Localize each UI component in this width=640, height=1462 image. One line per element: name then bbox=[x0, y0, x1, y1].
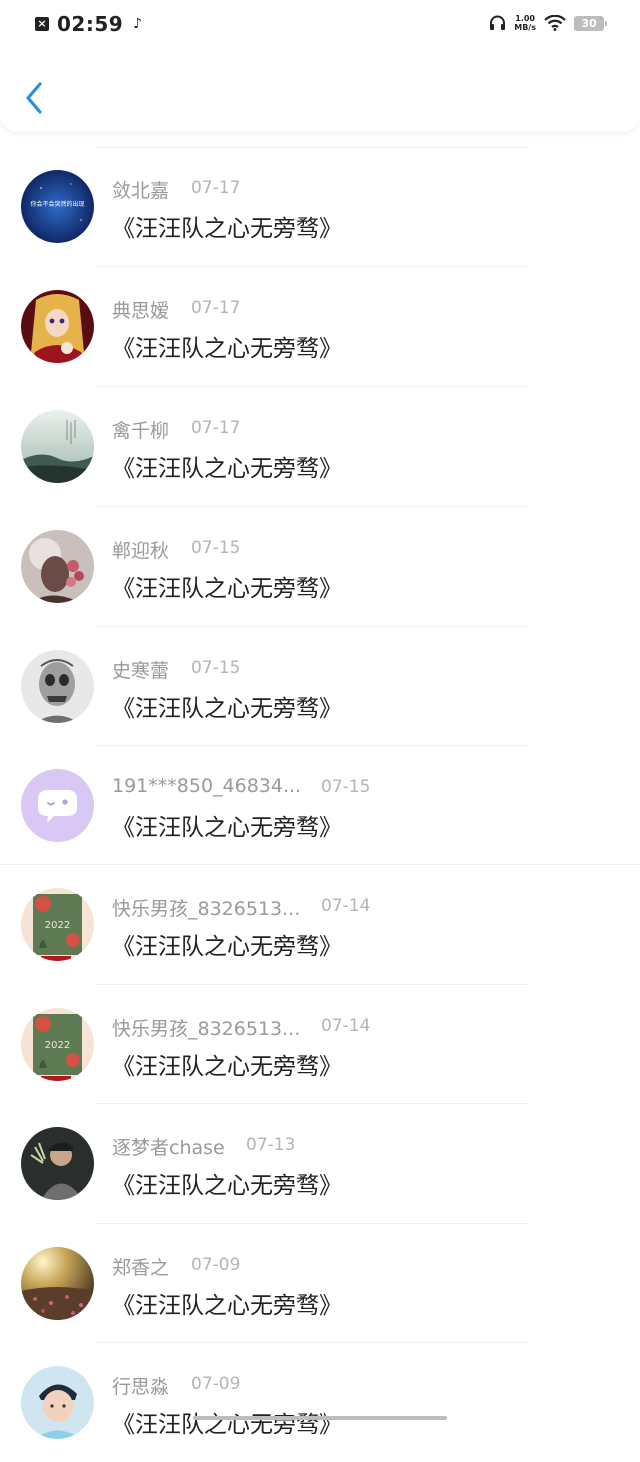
item-title: 《汪汪队之心无旁骛》 bbox=[112, 696, 342, 722]
avatar bbox=[21, 290, 94, 363]
avatar bbox=[21, 410, 94, 483]
post-date: 07-13 bbox=[246, 1135, 296, 1155]
avatar: 2022 bbox=[21, 888, 94, 961]
item-title: 《汪汪队之心无旁骛》 bbox=[112, 1173, 342, 1199]
network-speed: 1.00 MB/s bbox=[514, 14, 536, 32]
status-bar: × 02:59 ♪ 1.00 MB/s 30 bbox=[0, 0, 640, 48]
list-item[interactable]: 你会不会突然的出现 敛北嘉 07-17 《汪汪队之心无旁骛》 bbox=[0, 147, 640, 266]
user-name: 典思嫒 bbox=[112, 300, 170, 322]
avatar bbox=[21, 1247, 94, 1320]
user-name: 快乐男孩_8326513... bbox=[112, 1018, 301, 1040]
list-item[interactable]: 191***850_46834... 07-15 《汪汪队之心无旁骛》 bbox=[0, 746, 640, 865]
status-time: 02:59 bbox=[57, 12, 124, 36]
list-item[interactable]: 行思淼 07-09 《汪汪队之心无旁骛》 bbox=[0, 1343, 640, 1462]
item-title: 《汪汪队之心无旁骛》 bbox=[112, 934, 342, 960]
user-name: 行思淼 bbox=[112, 1376, 170, 1398]
post-date: 07-14 bbox=[321, 1016, 371, 1036]
speed-unit: MB/s bbox=[514, 23, 536, 32]
item-title: 《汪汪队之心无旁骛》 bbox=[112, 1054, 342, 1080]
avatar bbox=[21, 650, 94, 723]
avatar: 你会不会突然的出现 bbox=[21, 170, 94, 243]
post-date: 07-17 bbox=[191, 298, 241, 318]
item-title: 《汪汪队之心无旁骛》 bbox=[112, 456, 342, 482]
user-name: 191***850_46834... bbox=[112, 775, 302, 797]
back-button[interactable] bbox=[20, 80, 50, 116]
post-date: 07-17 bbox=[191, 178, 241, 198]
user-name: 逐梦者chase bbox=[112, 1137, 225, 1159]
speed-value: 1.00 bbox=[515, 14, 535, 23]
list-item[interactable]: 2022 快乐男孩_8326513... 07-14 《汪汪队之心无旁骛》 bbox=[0, 985, 640, 1104]
avatar bbox=[21, 530, 94, 603]
list-item[interactable]: 2022 快乐男孩_8326513... 07-14 《汪汪队之心无旁骛》 bbox=[0, 865, 640, 984]
notification-x-icon: × bbox=[35, 17, 49, 31]
post-date: 07-14 bbox=[321, 896, 371, 916]
battery-icon: 30 bbox=[574, 15, 607, 31]
list-item[interactable]: 郑香之 07-09 《汪汪队之心无旁骛》 bbox=[0, 1224, 640, 1343]
list-item[interactable]: 史寒蕾 07-15 《汪汪队之心无旁骛》 bbox=[0, 627, 640, 746]
item-title: 《汪汪队之心无旁骛》 bbox=[112, 576, 342, 602]
user-name: 郸迎秋 bbox=[112, 540, 170, 562]
post-date: 07-15 bbox=[321, 777, 371, 797]
post-date: 07-15 bbox=[191, 658, 241, 678]
avatar bbox=[21, 1366, 94, 1439]
avatar-text: 2022 bbox=[45, 1040, 70, 1051]
avatar-text: 2022 bbox=[45, 920, 70, 931]
wifi-icon bbox=[544, 15, 566, 31]
avatar-text: 你会不会突然的出现 bbox=[30, 200, 84, 208]
home-indicator[interactable] bbox=[193, 1416, 447, 1420]
list-item[interactable]: 郸迎秋 07-15 《汪汪队之心无旁骛》 bbox=[0, 507, 640, 626]
user-name: 禽千柳 bbox=[112, 420, 170, 442]
avatar bbox=[21, 1127, 94, 1200]
post-date: 07-09 bbox=[191, 1255, 241, 1275]
avatar: 2022 bbox=[21, 1008, 94, 1081]
item-title: 《汪汪队之心无旁骛》 bbox=[112, 216, 342, 242]
user-name: 敛北嘉 bbox=[112, 180, 170, 202]
item-title: 《汪汪队之心无旁骛》 bbox=[112, 336, 342, 362]
user-name: 快乐男孩_8326513... bbox=[112, 898, 301, 920]
user-name: 郑香之 bbox=[112, 1257, 170, 1279]
chat-bubble-icon bbox=[21, 769, 94, 842]
headphones-icon bbox=[490, 15, 506, 30]
item-title: 《汪汪队之心无旁骛》 bbox=[112, 1293, 342, 1319]
list-item[interactable]: 逐梦者chase 07-13 《汪汪队之心无旁骛》 bbox=[0, 1104, 640, 1223]
item-title: 《汪汪队之心无旁骛》 bbox=[112, 815, 342, 841]
post-date: 07-17 bbox=[191, 418, 241, 438]
post-date: 07-09 bbox=[191, 1374, 241, 1394]
item-title: 《汪汪队之心无旁骛》 bbox=[112, 1412, 342, 1438]
chevron-left-icon bbox=[26, 82, 42, 114]
list-item[interactable]: 典思嫒 07-17 《汪汪队之心无旁骛》 bbox=[0, 267, 640, 386]
music-note-icon: ♪ bbox=[133, 16, 143, 32]
list-item[interactable]: 禽千柳 07-17 《汪汪队之心无旁骛》 bbox=[0, 387, 640, 506]
post-date: 07-15 bbox=[191, 538, 241, 558]
user-name: 史寒蕾 bbox=[112, 660, 170, 682]
avatar bbox=[21, 769, 94, 842]
